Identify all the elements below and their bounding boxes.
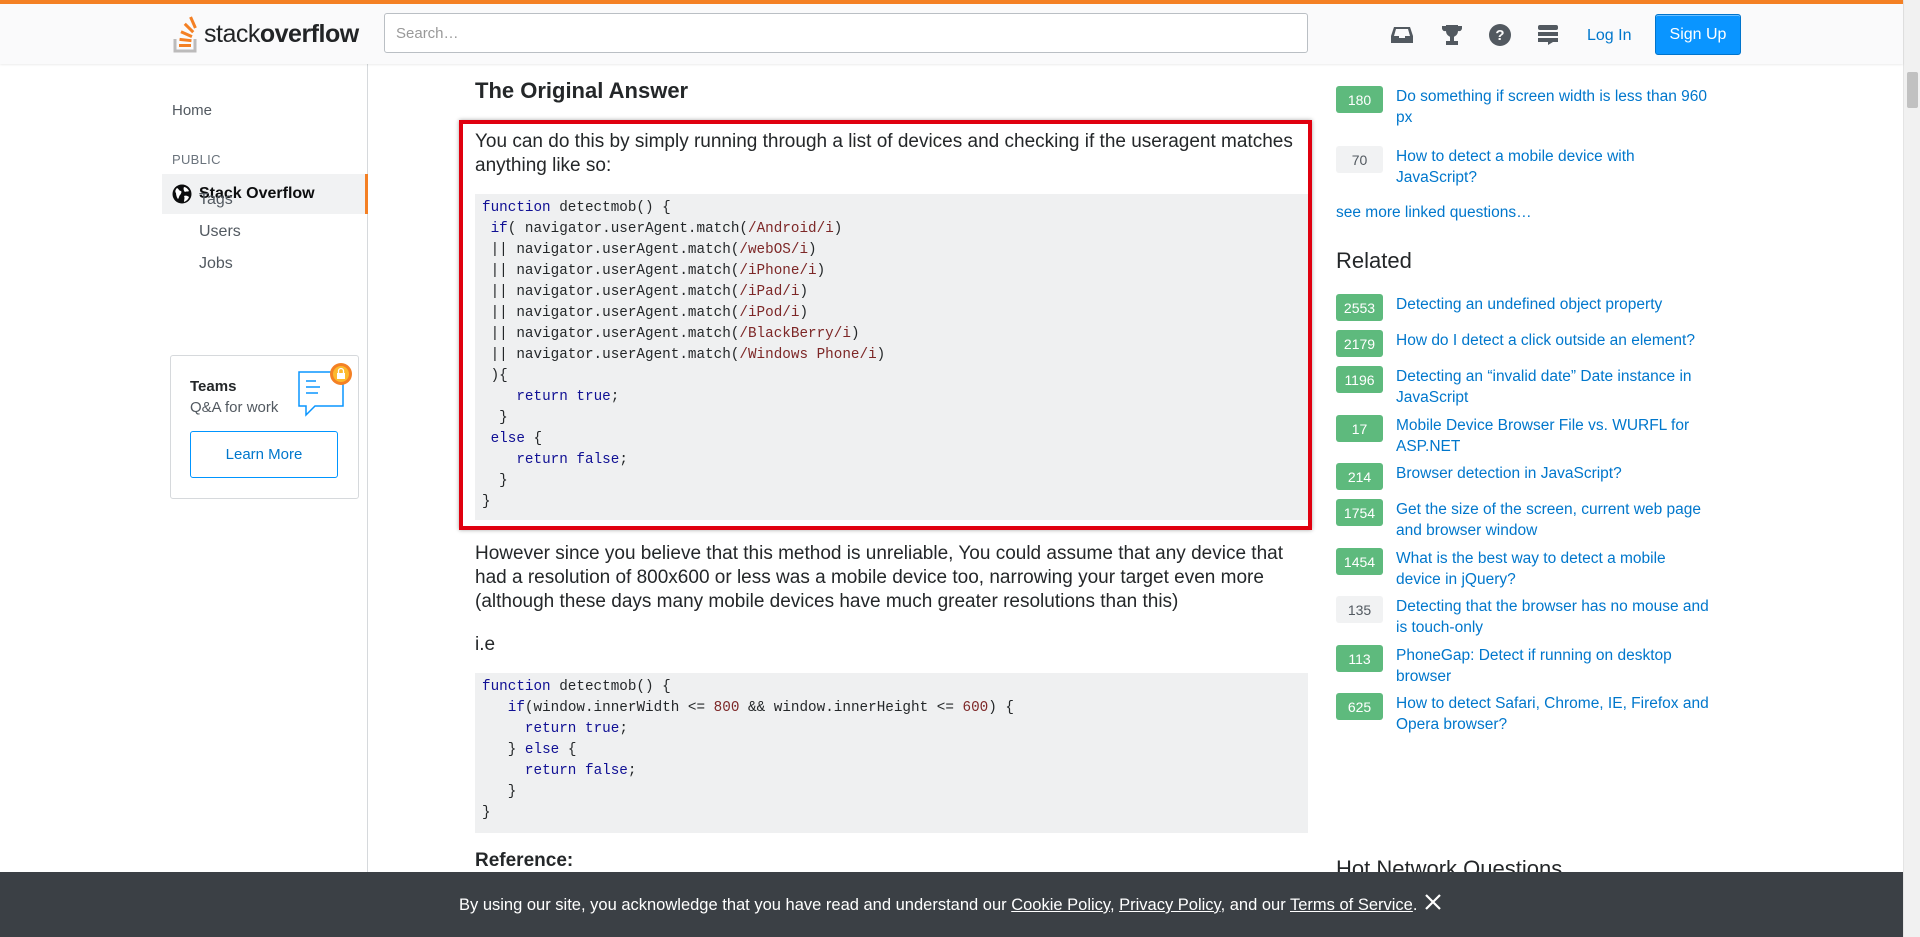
nav-jobs[interactable]: Jobs (199, 255, 233, 273)
question-link[interactable]: Mobile Device Browser File vs. WURFL for… (1396, 415, 1714, 457)
globe-icon (172, 184, 192, 204)
cookie-notice-text: By using our site, you acknowledge that … (459, 896, 1418, 914)
search-input[interactable] (384, 13, 1308, 53)
vote-count: 17 (1336, 415, 1383, 442)
inbox-icon[interactable] (1389, 22, 1415, 48)
code-block-resolution: function detectmob() { if(window.innerWi… (475, 673, 1308, 833)
vote-count: 180 (1336, 86, 1383, 113)
code-block-useragent: function detectmob() { if( navigator.use… (475, 194, 1308, 520)
related-question[interactable]: 1196 Detecting an “invalid date” Date ins… (1336, 366, 1714, 408)
vote-count: 214 (1336, 463, 1383, 490)
top-bar: stackoverflow ? Log In Sign Up (0, 0, 1903, 64)
teams-subtitle: Q&A for work (190, 399, 279, 416)
scrollbar-thumb[interactable] (1907, 72, 1918, 108)
cookie-policy-link[interactable]: Cookie Policy (1011, 896, 1110, 914)
page-scrollbar[interactable] (1903, 0, 1920, 937)
terms-of-service-link[interactable]: Terms of Service (1290, 896, 1413, 914)
related-question[interactable]: 1754 Get the size of the screen, current … (1336, 499, 1714, 541)
vote-count: 1454 (1336, 548, 1383, 575)
nav-stack-overflow[interactable]: Stack Overflow (162, 174, 368, 214)
signup-button[interactable]: Sign Up (1655, 14, 1741, 55)
related-question[interactable]: 625 How to detect Safari, Chrome, IE, Fir… (1336, 693, 1714, 735)
answer-however: However since you believe that this meth… (475, 543, 1283, 612)
logo-text: stackoverflow (204, 19, 359, 48)
teams-title: Teams (190, 378, 237, 395)
answer-ie: i.e (475, 634, 496, 655)
question-link[interactable]: How do I detect a click outside an eleme… (1396, 330, 1714, 357)
vote-count: 2179 (1336, 330, 1383, 357)
answer-intro: You can do this by simply running throug… (475, 131, 1293, 176)
svg-text:?: ? (1495, 27, 1504, 44)
question-link[interactable]: How to detect a mobile device with JavaS… (1396, 146, 1714, 188)
close-icon[interactable] (1423, 892, 1443, 912)
stackoverflow-logo-icon (173, 16, 197, 53)
vote-count: 1196 (1336, 366, 1383, 393)
question-link[interactable]: Do something if screen width is less tha… (1396, 86, 1714, 128)
login-button[interactable]: Log In (1573, 18, 1645, 53)
related-question[interactable]: 214 Browser detection in JavaScript? (1336, 463, 1714, 490)
learn-more-button[interactable]: Learn More (190, 431, 338, 478)
related-question[interactable]: 17 Mobile Device Browser File vs. WURFL f… (1336, 415, 1714, 457)
reference-heading: Reference: (475, 850, 574, 871)
linked-question[interactable]: 70 How to detect a mobile device with Ja… (1336, 146, 1714, 188)
related-question[interactable]: 135 Detecting that the browser has no mou… (1336, 596, 1714, 638)
achievements-icon[interactable] (1439, 22, 1465, 48)
question-link[interactable]: What is the best way to detect a mobile … (1396, 548, 1714, 590)
help-icon[interactable]: ? (1487, 22, 1513, 48)
question-link[interactable]: Browser detection in JavaScript? (1396, 463, 1714, 490)
teams-illustration-icon (298, 363, 352, 417)
nav-tags[interactable]: Tags (199, 191, 233, 209)
question-link[interactable]: PhoneGap: Detect if running on desktop b… (1396, 645, 1714, 687)
stackoverflow-logo[interactable]: stackoverflow (172, 14, 359, 54)
nav-section-public: PUBLIC (172, 152, 221, 167)
see-more-linked-link[interactable]: see more linked questions… (1336, 204, 1532, 222)
related-heading: Related (1336, 248, 1412, 273)
left-sidebar: Home PUBLIC Stack Overflow Tags Users Jo… (0, 64, 368, 937)
question-link[interactable]: Detecting an “invalid date” Date instanc… (1396, 366, 1714, 408)
vote-count: 113 (1336, 645, 1383, 672)
answer-heading: The Original Answer (475, 78, 689, 103)
question-link[interactable]: How to detect Safari, Chrome, IE, Firefo… (1396, 693, 1714, 735)
stack-exchange-icon[interactable] (1535, 22, 1561, 48)
question-link[interactable]: Get the size of the screen, current web … (1396, 499, 1714, 541)
related-question[interactable]: 113 PhoneGap: Detect if running on deskto… (1336, 645, 1714, 687)
related-question[interactable]: 2179 How do I detect a click outside an e… (1336, 330, 1714, 357)
vote-count: 70 (1336, 146, 1383, 173)
question-link[interactable]: Detecting that the browser has no mouse … (1396, 596, 1714, 638)
nav-home[interactable]: Home (172, 102, 212, 119)
cookie-banner: By using our site, you acknowledge that … (0, 872, 1903, 937)
vote-count: 625 (1336, 693, 1383, 720)
vote-count: 1754 (1336, 499, 1383, 526)
privacy-policy-link[interactable]: Privacy Policy (1119, 896, 1220, 914)
vote-count: 135 (1336, 596, 1383, 623)
nav-users[interactable]: Users (199, 223, 241, 241)
linked-question[interactable]: 180 Do something if screen width is less… (1336, 86, 1714, 128)
question-link[interactable]: Detecting an undefined object property (1396, 294, 1714, 321)
related-question[interactable]: 2553 Detecting an undefined object proper… (1336, 294, 1714, 321)
teams-promo: Teams Q&A for work Learn More (170, 355, 359, 499)
vote-count: 2553 (1336, 294, 1383, 321)
related-question[interactable]: 1454 What is the best way to detect a mob… (1336, 548, 1714, 590)
